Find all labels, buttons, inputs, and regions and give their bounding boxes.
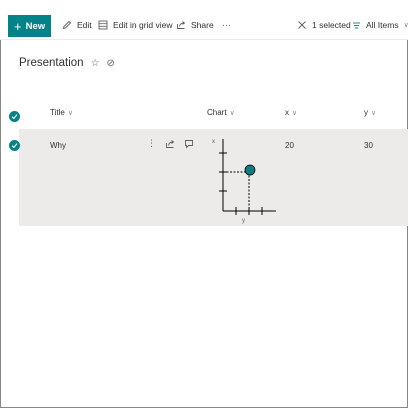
mini-chart-y-axis-label: y (242, 218, 245, 224)
share-button-label: Share (191, 20, 214, 30)
more-button[interactable]: ⋯ (222, 18, 231, 32)
chevron-down-icon: ∨ (403, 22, 408, 29)
mini-chart-point (244, 164, 256, 176)
column-title-label: Title (50, 108, 65, 117)
mini-chart-x-axis-label: x (212, 139, 215, 145)
edit-grid-view-button[interactable]: Edit in grid view (98, 18, 173, 32)
column-chart-label: Chart (207, 108, 227, 117)
new-button-label: New (25, 20, 46, 32)
circle-check-icon: ⊘ (106, 57, 115, 69)
comment-icon[interactable] (184, 139, 194, 149)
column-header-title[interactable]: Title ∨ (50, 108, 73, 117)
chevron-down-icon: ∨ (67, 109, 73, 117)
column-x-label: x (285, 108, 289, 117)
plus-icon: + (14, 18, 22, 34)
edit-button-label: Edit (77, 20, 92, 30)
filter-icon (353, 22, 360, 28)
column-header-chart[interactable]: Chart ∨ (207, 108, 235, 117)
chevron-down-icon: ∨ (371, 109, 377, 117)
list-title-bar: Presentation ☆ ⊘ (19, 57, 115, 69)
selection-indicator[interactable]: 1 selected (297, 18, 351, 32)
view-selector[interactable]: All Items ∨ (352, 18, 408, 32)
mini-chart: x y (212, 139, 276, 224)
row-x-value: 20 (285, 141, 294, 150)
new-button[interactable]: + New (8, 15, 51, 37)
table-row[interactable]: Why ⋮ x y 20 30 (9, 129, 408, 226)
chevron-down-icon: ∨ (292, 109, 298, 117)
more-icon: ⋯ (222, 19, 231, 30)
share-icon[interactable] (165, 139, 175, 149)
row-y-value: 30 (364, 141, 373, 150)
checkmark-icon (11, 143, 18, 149)
grid-icon (98, 20, 108, 30)
command-bar: + New Edit Edit in grid view Share ⋯ 1 s… (0, 0, 408, 40)
star-icon[interactable]: ☆ (91, 58, 100, 69)
column-header-x[interactable]: x ∨ (285, 108, 297, 117)
edit-button[interactable]: Edit (62, 18, 92, 32)
close-icon (298, 21, 306, 29)
row-title[interactable]: Why (50, 141, 66, 150)
edit-grid-view-label: Edit in grid view (113, 20, 173, 30)
page-title: Presentation (19, 57, 84, 69)
row-checkbox[interactable] (9, 140, 20, 151)
column-y-label: y (364, 108, 368, 117)
column-header-y[interactable]: y ∨ (364, 108, 376, 117)
view-selector-label: All Items (366, 20, 399, 30)
row-actions: ⋮ (147, 138, 194, 149)
more-vertical-icon[interactable]: ⋮ (147, 138, 156, 149)
share-icon (177, 21, 186, 29)
selected-count-label: 1 selected (312, 20, 351, 30)
share-button[interactable]: Share (176, 18, 214, 32)
chevron-down-icon: ∨ (229, 109, 235, 117)
column-header-row: Title ∨ Chart ∨ x ∨ y ∨ (19, 104, 408, 124)
pencil-icon (62, 20, 72, 30)
checkmark-icon (11, 114, 18, 120)
